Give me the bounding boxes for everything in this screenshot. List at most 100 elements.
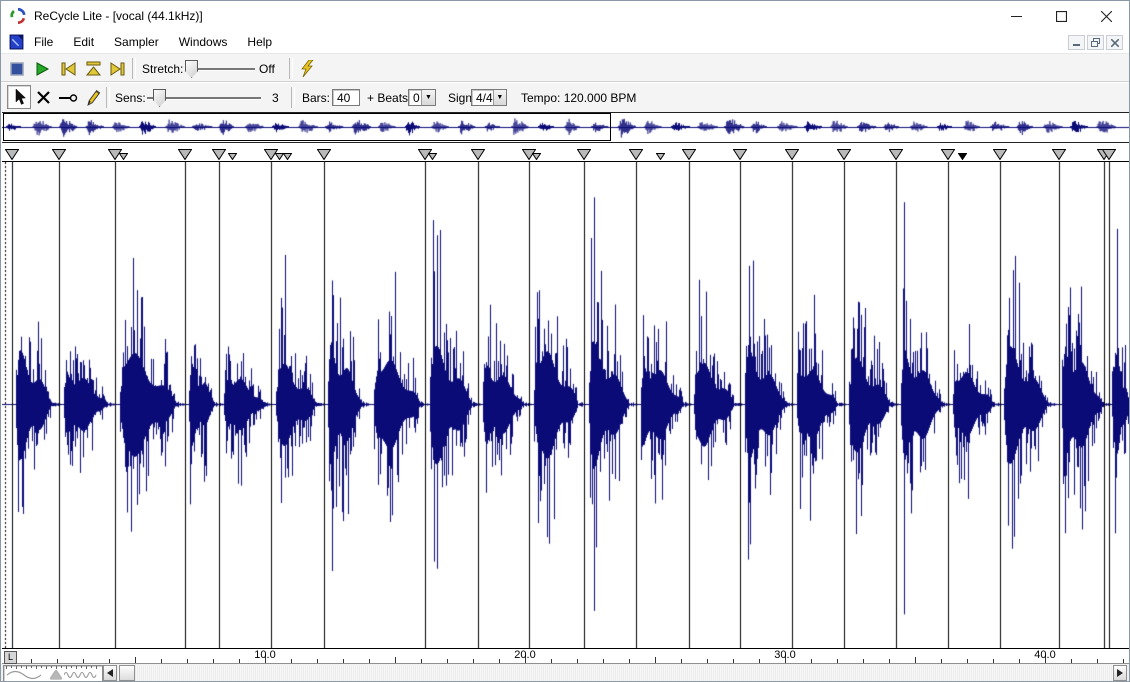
- stop-icon: [9, 61, 25, 77]
- marker-up-button[interactable]: [85, 54, 102, 83]
- slice-marker-small[interactable]: [119, 153, 128, 160]
- child-close-icon: [1111, 39, 1119, 47]
- slice-marker-selected[interactable]: [958, 153, 967, 160]
- zoom-tick: [21, 666, 22, 668]
- ruler-tick: [941, 659, 942, 663]
- ruler-label: 30.0: [774, 649, 795, 661]
- ruler-tick: [967, 659, 968, 663]
- ruler-tick: [1097, 659, 1098, 663]
- child-minimize-button[interactable]: [1068, 35, 1085, 50]
- beats-dropdown-arrow-icon[interactable]: ▼: [421, 90, 435, 105]
- slice-marker[interactable]: [52, 149, 66, 160]
- scroll-left-icon: [107, 669, 113, 677]
- minimize-button[interactable]: [994, 1, 1039, 31]
- zoom-tick: [46, 666, 47, 669]
- toolbar-separator: [106, 87, 110, 108]
- title-bar[interactable]: ReCycle Lite - [vocal (44.1kHz)]: [1, 1, 1129, 31]
- overview-strip[interactable]: [2, 112, 1129, 143]
- menu-windows[interactable]: Windows: [169, 31, 238, 53]
- slice-marker[interactable]: [941, 149, 955, 160]
- slice-marker[interactable]: [837, 149, 851, 160]
- zoom-slider-thumb[interactable]: [50, 670, 62, 679]
- waveform-area[interactable]: [2, 162, 1129, 648]
- zoom-tick: [81, 666, 82, 668]
- slice-marker[interactable]: [5, 149, 19, 160]
- ruler-tick: [213, 659, 214, 663]
- stretch-slider-thumb[interactable]: [185, 60, 198, 78]
- slice-marker-small[interactable]: [428, 153, 437, 160]
- previous-button[interactable]: [60, 54, 77, 83]
- slice-marker[interactable]: [317, 149, 331, 160]
- child-close-button[interactable]: [1106, 35, 1123, 50]
- scroll-left-button[interactable]: [103, 665, 117, 681]
- ruler-tick: [889, 659, 890, 663]
- slice-marker[interactable]: [1052, 149, 1066, 160]
- zoom-out-wave-icon: [7, 670, 41, 680]
- next-button[interactable]: [109, 54, 126, 83]
- tempo-display: Tempo: 120.000 BPM: [521, 83, 636, 112]
- delete-marker-tool-button[interactable]: [36, 83, 51, 112]
- scroll-right-button[interactable]: [1113, 665, 1127, 681]
- zoom-tick: [61, 666, 62, 668]
- zoom-tick: [41, 666, 42, 668]
- zoom-tick: [96, 666, 97, 669]
- sens-slider-thumb[interactable]: [153, 89, 166, 107]
- ruler-tick: [83, 659, 84, 663]
- zoom-slider[interactable]: [3, 665, 103, 682]
- menu-edit[interactable]: Edit: [63, 31, 104, 53]
- slice-marker-small[interactable]: [532, 153, 541, 160]
- bars-input[interactable]: 40: [332, 89, 360, 106]
- slice-marker[interactable]: [889, 149, 903, 160]
- zoom-tick: [11, 666, 12, 668]
- toolbar-separator: [132, 58, 136, 79]
- slice-marker-small[interactable]: [656, 153, 665, 160]
- bar-ruler[interactable]: L 10.020.030.040.0: [2, 648, 1129, 664]
- slice-marker[interactable]: [577, 149, 591, 160]
- sign-dropdown[interactable]: 4/4 ▼: [471, 89, 507, 106]
- ruler-tick: [759, 659, 760, 663]
- slice-marker[interactable]: [733, 149, 747, 160]
- overview-view-box[interactable]: [3, 113, 611, 141]
- stop-button[interactable]: [9, 54, 25, 83]
- slice-marker-small[interactable]: [283, 153, 292, 160]
- ruler-tick: [603, 659, 604, 663]
- scrollbar-thumb[interactable]: [119, 665, 135, 681]
- maximize-button[interactable]: [1039, 1, 1084, 31]
- sens-slider[interactable]: [147, 83, 261, 112]
- stretch-slider[interactable]: [185, 54, 255, 83]
- slice-marker[interactable]: [785, 149, 799, 160]
- marker-up-icon: [85, 61, 102, 77]
- play-button[interactable]: [34, 54, 50, 83]
- ruler-tick: [915, 657, 916, 663]
- slice-marker[interactable]: [212, 149, 226, 160]
- menu-file[interactable]: File: [24, 31, 63, 53]
- slice-marker[interactable]: [1102, 149, 1116, 160]
- arrow-tool-button[interactable]: [7, 86, 31, 108]
- menu-help[interactable]: Help: [237, 31, 282, 53]
- pencil-tool-button[interactable]: [85, 83, 101, 112]
- mute-tool-icon: [58, 93, 78, 103]
- scrollbar-track[interactable]: [103, 665, 1127, 681]
- beats-dropdown[interactable]: 0 ▼: [408, 89, 436, 106]
- child-restore-button[interactable]: [1087, 35, 1104, 50]
- waveform-canvas[interactable]: [2, 162, 1129, 648]
- slice-marker[interactable]: [471, 149, 485, 160]
- menu-sampler[interactable]: Sampler: [104, 31, 169, 53]
- close-button[interactable]: [1084, 1, 1129, 31]
- slice-marker[interactable]: [682, 149, 696, 160]
- slice-marker-small[interactable]: [228, 153, 237, 160]
- marker-lane[interactable]: [2, 144, 1129, 162]
- mute-tool-button[interactable]: [58, 83, 78, 112]
- slice-marker[interactable]: [178, 149, 192, 160]
- ruler-tick: [707, 659, 708, 663]
- ruler-tick: [161, 659, 162, 663]
- sign-dropdown-arrow-icon[interactable]: ▼: [493, 90, 506, 105]
- left-locator-box[interactable]: L: [4, 651, 17, 664]
- slice-marker[interactable]: [629, 149, 643, 160]
- toolbar-separator: [289, 58, 293, 79]
- slice-marker[interactable]: [993, 149, 1007, 160]
- stretch-slider-track[interactable]: [189, 68, 255, 70]
- play-icon: [34, 61, 50, 77]
- process-button[interactable]: [301, 54, 315, 83]
- ruler-tick: [187, 659, 188, 663]
